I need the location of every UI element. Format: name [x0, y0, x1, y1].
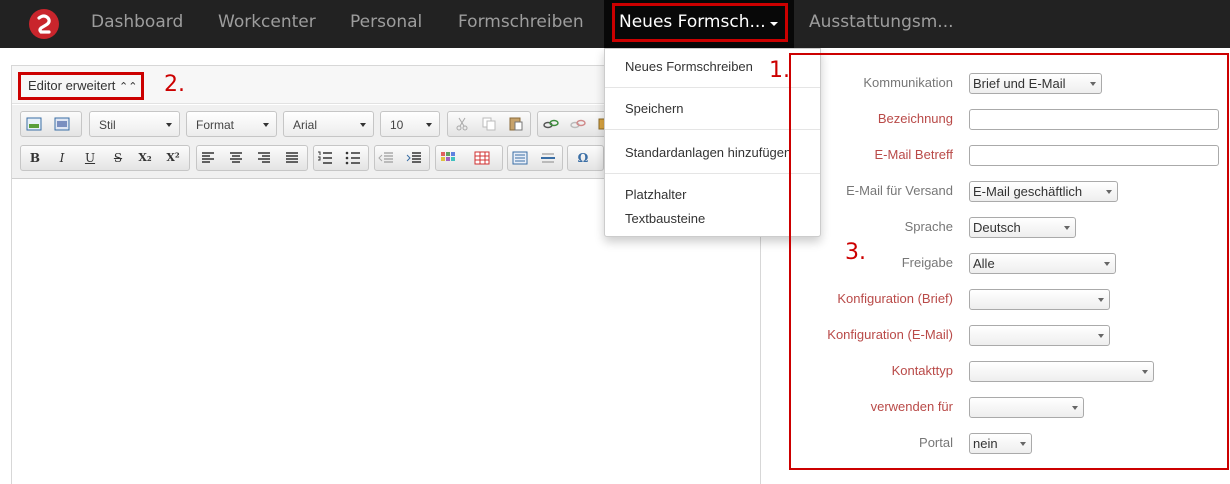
special-char-button[interactable]: Ω: [572, 148, 594, 168]
align-center-icon[interactable]: [228, 151, 244, 165]
label-freigabe: Freigabe: [901, 255, 953, 270]
email-versand-value: E-Mail geschäftlich: [973, 184, 1083, 199]
email-versand-select[interactable]: E-Mail geschäftlich: [969, 181, 1118, 202]
menu-divider: [605, 129, 820, 130]
konfig-email-select[interactable]: [969, 325, 1110, 346]
kontakttyp-select[interactable]: [969, 361, 1154, 382]
annotation-box-2: [18, 72, 144, 100]
kommunikation-select[interactable]: Brief und E-Mail: [969, 73, 1102, 94]
outdent-icon[interactable]: [378, 151, 394, 165]
italic-button[interactable]: I: [51, 148, 73, 168]
sprache-select[interactable]: Deutsch: [969, 217, 1076, 238]
menu-divider: [605, 87, 820, 88]
menu-item-speichern[interactable]: Speichern: [625, 101, 684, 116]
nav-ausstattung[interactable]: Ausstattungsm...: [809, 12, 954, 32]
paste-icon[interactable]: [508, 117, 524, 131]
bezeichnung-input[interactable]: [969, 109, 1219, 130]
annotation-label-1: 1.: [769, 58, 790, 83]
unlink-icon[interactable]: [570, 117, 586, 131]
strikethrough-button[interactable]: S: [107, 148, 129, 168]
label-kommunikation: Kommunikation: [863, 75, 953, 90]
font-select-label: Arial: [293, 118, 318, 132]
style-select[interactable]: Stil: [89, 111, 180, 137]
menu-item-textbausteine[interactable]: Textbausteine: [625, 211, 705, 226]
nav-formschreiben[interactable]: Formschreiben: [458, 12, 584, 32]
annotation-label-3: 3.: [845, 240, 866, 265]
label-email-betreff: E-Mail Betreff: [874, 147, 953, 162]
annotation-label-2: 2.: [164, 72, 185, 97]
superscript-button[interactable]: X²: [162, 148, 184, 168]
sprache-value: Deutsch: [973, 220, 1021, 235]
cut-icon[interactable]: [454, 117, 470, 131]
link-icon[interactable]: [543, 117, 559, 131]
portal-select[interactable]: nein: [969, 433, 1032, 454]
align-right-icon[interactable]: [256, 151, 272, 165]
email-betreff-input[interactable]: [969, 145, 1219, 166]
nav-dashboard[interactable]: Dashboard: [91, 12, 183, 32]
label-email-versand: E-Mail für Versand: [846, 183, 953, 198]
freigabe-value: Alle: [973, 256, 995, 271]
app-logo[interactable]: [28, 8, 60, 40]
style-select-label: Stil: [99, 118, 116, 132]
label-verwenden-fuer: verwenden für: [870, 399, 953, 414]
label-kontakttyp: Kontakttyp: [891, 363, 953, 378]
color-grid-icon[interactable]: [440, 151, 456, 165]
bold-button[interactable]: B: [24, 148, 46, 168]
freigabe-select[interactable]: Alle: [969, 253, 1116, 274]
kommunikation-value: Brief und E-Mail: [973, 76, 1066, 91]
show-blocks-icon[interactable]: [512, 151, 528, 165]
label-portal: Portal: [919, 435, 953, 450]
verwenden-fuer-select[interactable]: [969, 397, 1084, 418]
underline-button[interactable]: U: [79, 148, 101, 168]
font-size-select[interactable]: 10: [380, 111, 440, 137]
align-justify-icon[interactable]: [284, 151, 300, 165]
indent-icon[interactable]: [406, 151, 422, 165]
subscript-button[interactable]: X₂: [134, 148, 156, 168]
nav-personal[interactable]: Personal: [350, 12, 422, 32]
insert-image-icon[interactable]: [26, 117, 42, 131]
portal-value: nein: [973, 436, 998, 451]
nav-workcenter[interactable]: Workcenter: [218, 12, 316, 32]
copy-icon[interactable]: [481, 117, 497, 131]
align-left-icon[interactable]: [200, 151, 216, 165]
font-select[interactable]: Arial: [283, 111, 374, 137]
format-select-label: Format: [196, 118, 235, 132]
annotation-box-1: [612, 3, 788, 42]
konfig-brief-select[interactable]: [969, 289, 1110, 310]
label-sprache: Sprache: [904, 219, 953, 234]
font-size-label: 10: [390, 118, 404, 132]
format-select[interactable]: Format: [186, 111, 277, 137]
menu-item-platzhalter[interactable]: Platzhalter: [625, 187, 686, 202]
label-bezeichnung: Bezeichnung: [877, 111, 953, 126]
menu-item-neues-formschreiben[interactable]: Neues Formschreiben: [625, 59, 753, 74]
horizontal-rule-icon[interactable]: [540, 151, 556, 165]
menu-item-standardanlagen[interactable]: Standardanlagen hinzufügen: [625, 145, 791, 160]
table-icon[interactable]: [474, 151, 490, 165]
label-konfig-brief: Konfiguration (Brief): [837, 291, 953, 306]
bullet-list-icon[interactable]: [345, 151, 361, 165]
menu-divider: [605, 173, 820, 174]
insert-media-icon[interactable]: [54, 117, 70, 131]
numbered-list-icon[interactable]: [317, 151, 333, 165]
label-konfig-email: Konfiguration (E-Mail): [827, 327, 953, 342]
